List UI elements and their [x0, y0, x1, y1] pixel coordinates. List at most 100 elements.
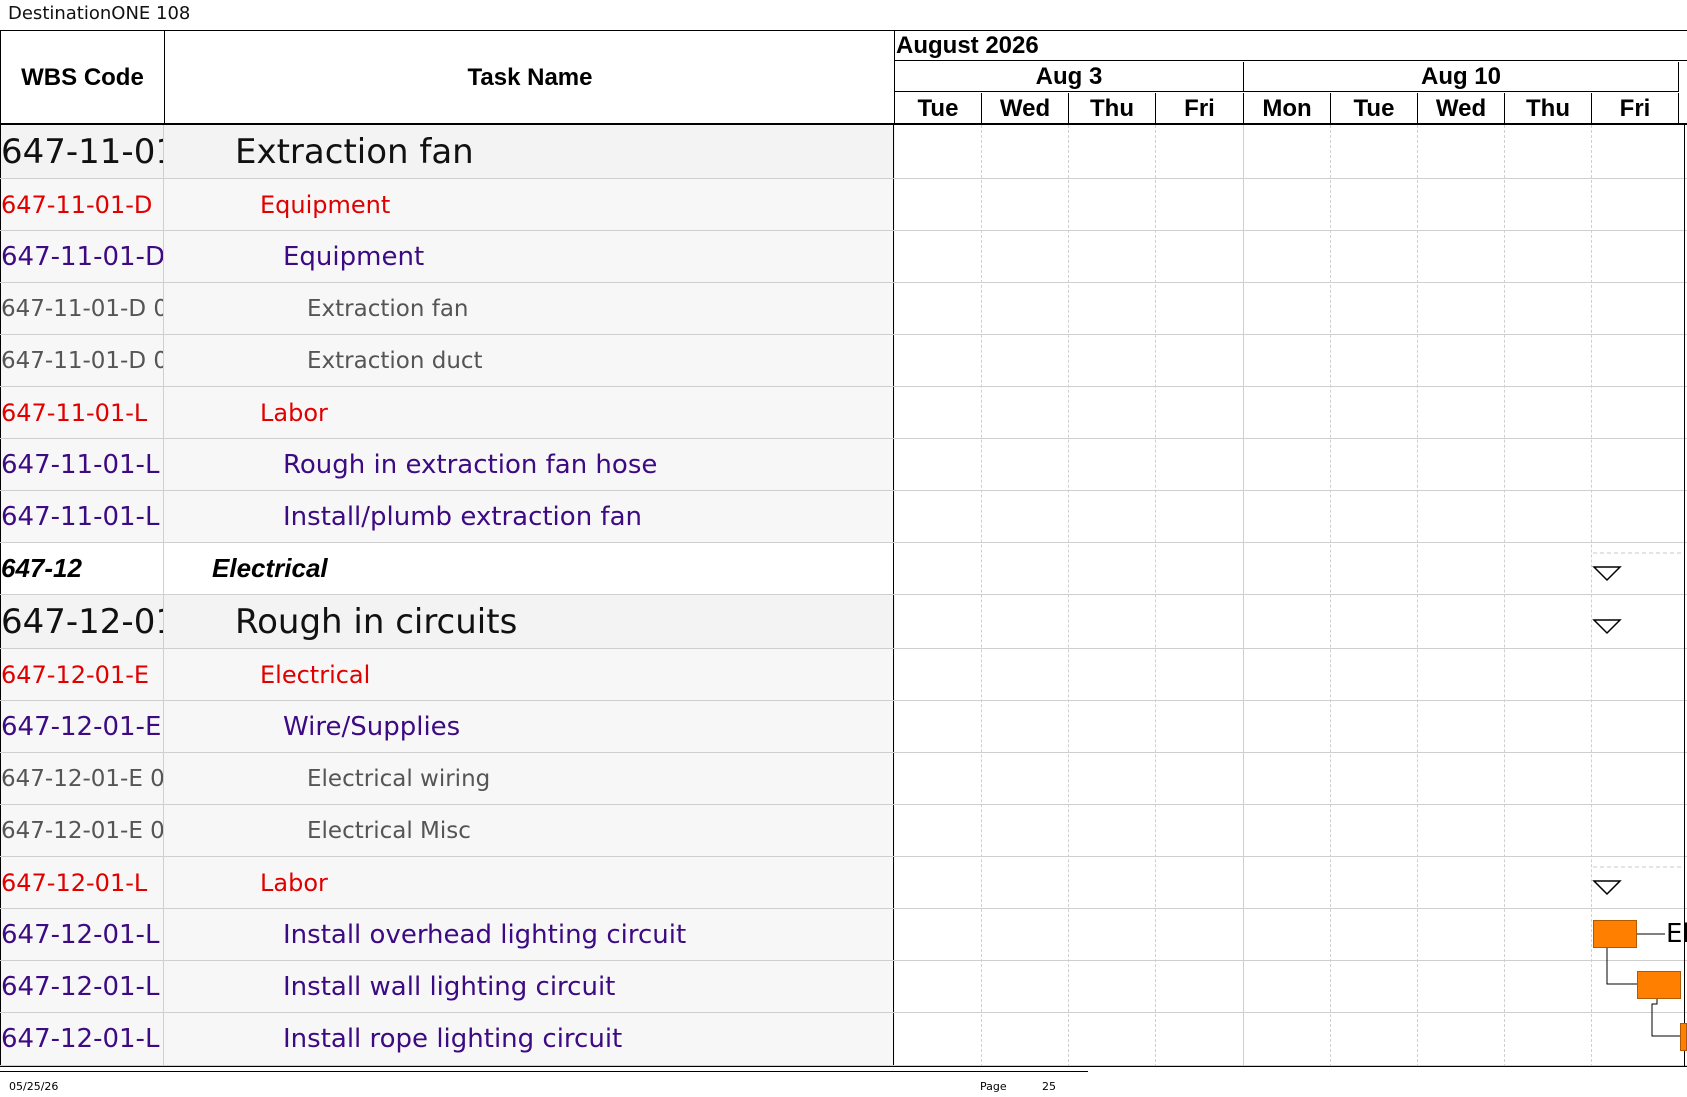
- task-name: Electrical Misc: [164, 805, 894, 856]
- task-name: Rough in circuits: [164, 595, 894, 648]
- timeline-day: Fri: [1592, 93, 1679, 124]
- day-gridline: [1504, 125, 1505, 1067]
- task-name: Install rope lighting circuit: [164, 1013, 894, 1065]
- task-name: Install wall lighting circuit: [164, 961, 894, 1012]
- wbs-code: 647-12-01-L 01: [0, 961, 164, 1012]
- gantt-row: [895, 125, 1687, 178]
- task-name: Rough in extraction fan hose: [164, 439, 894, 490]
- timeline-day: Thu: [1069, 93, 1156, 124]
- timeline-day: Tue: [895, 93, 982, 124]
- task-name: Electrical wiring: [164, 753, 894, 804]
- footer-date: 05/25/26: [9, 1080, 59, 1093]
- gantt-row: [895, 805, 1687, 856]
- table-row[interactable]: 647-12-01-L 01 Install overhead lighting…: [0, 909, 1687, 961]
- wbs-code: 647-11-01-L 01: [0, 439, 164, 490]
- table-row[interactable]: 647-12-01-E Electrical: [0, 649, 1687, 701]
- table-header: WBS Code Task Name: [0, 31, 894, 124]
- day-gridline: [1330, 125, 1331, 1067]
- table-row[interactable]: 647-12 Electrical: [0, 543, 1687, 595]
- timeline-week-2: Aug 10: [1244, 62, 1679, 92]
- task-bar-wall-lighting[interactable]: [1637, 971, 1681, 999]
- day-gridline: [1068, 125, 1069, 1067]
- grid-bottom-rule: [0, 1066, 1687, 1067]
- gantt-row: [895, 387, 1687, 438]
- footer-rule: [0, 1071, 1088, 1072]
- task-name: Install/plumb extraction fan: [164, 491, 894, 542]
- gantt-row: [895, 439, 1687, 490]
- table-row[interactable]: 647-12-01-L Labor: [0, 857, 1687, 909]
- gantt-row: [895, 753, 1687, 804]
- day-gridline: [1591, 125, 1592, 1067]
- task-name: Extraction fan: [164, 283, 894, 334]
- wbs-code: 647-11-01-D 01: [0, 231, 164, 282]
- timeline-week-1: Aug 3: [895, 62, 1244, 92]
- gantt-row: [895, 649, 1687, 700]
- gantt-row: [895, 543, 1687, 594]
- timeline-header: August 2026 Aug 3 Aug 10 Tue Wed Thu Fri…: [894, 31, 1687, 124]
- week-gridline: [1243, 125, 1244, 1067]
- day-gridline: [981, 125, 982, 1067]
- wbs-column-header[interactable]: WBS Code: [1, 31, 165, 124]
- wbs-code: 647-11-01: [0, 125, 164, 178]
- table-row[interactable]: 647-11-01-D 01 Equipment: [0, 231, 1687, 283]
- table-row[interactable]: 647-11-01-D 01 Extraction fan: [0, 283, 1687, 335]
- wbs-code: 647-11-01-L: [0, 387, 164, 438]
- task-name: Wire/Supplies: [164, 701, 894, 752]
- wbs-code: 647-12-01-E 01: [0, 753, 164, 804]
- gantt-row: [895, 909, 1687, 960]
- task-name: Labor: [164, 387, 894, 438]
- day-gridline: [1417, 125, 1418, 1067]
- task-name: Equipment: [164, 179, 894, 230]
- task-name: Extraction duct: [164, 335, 894, 386]
- task-name: Labor: [164, 857, 894, 908]
- timeline-day: Thu: [1505, 93, 1592, 124]
- bar-resource-label: El: [1666, 919, 1687, 949]
- gantt-row: [895, 491, 1687, 542]
- wbs-code: 647-12: [0, 543, 164, 594]
- table-row[interactable]: 647-11-01-L 01 Install/plumb extraction …: [0, 491, 1687, 543]
- table-row[interactable]: 647-12-01 Rough in circuits: [0, 595, 1687, 649]
- timeline-month: August 2026: [895, 31, 1687, 61]
- table-row[interactable]: 647-12-01-L 01 Install wall lighting cir…: [0, 961, 1687, 1013]
- task-name: Electrical: [164, 649, 894, 700]
- table-row[interactable]: 647-12-01-L 01 Install rope lighting cir…: [0, 1013, 1687, 1066]
- document-title: DestinationONE 108: [8, 3, 191, 24]
- gantt-row: [895, 1013, 1687, 1065]
- wbs-code: 647-12-01-L 01: [0, 1013, 164, 1065]
- gantt-row: [895, 179, 1687, 230]
- task-name: Extraction fan: [164, 125, 894, 178]
- task-name: Electrical: [164, 543, 894, 594]
- wbs-code: 647-11-01-L 01: [0, 491, 164, 542]
- wbs-code: 647-11-01-D 01: [0, 335, 164, 386]
- task-name: Install overhead lighting circuit: [164, 909, 894, 960]
- gantt-row: [895, 595, 1687, 648]
- wbs-code: 647-12-01-E 01: [0, 701, 164, 752]
- table-row[interactable]: 647-11-01-L Labor: [0, 387, 1687, 439]
- gantt-row: [895, 335, 1687, 386]
- wbs-code: 647-11-01-D: [0, 179, 164, 230]
- timeline-day: Fri: [1156, 93, 1244, 124]
- task-column-header[interactable]: Task Name: [165, 31, 895, 124]
- timeline-day: Mon: [1244, 93, 1331, 124]
- wbs-code: 647-11-01-D 01: [0, 283, 164, 334]
- table-row[interactable]: 647-11-01-D Equipment: [0, 179, 1687, 231]
- table-row[interactable]: 647-12-01-E 01 Electrical wiring: [0, 753, 1687, 805]
- wbs-code: 647-12-01-L 01: [0, 909, 164, 960]
- table-row[interactable]: 647-12-01-E 01 Wire/Supplies: [0, 701, 1687, 753]
- task-bar-rope-lighting[interactable]: [1680, 1023, 1687, 1051]
- footer-page-number: 25: [1042, 1080, 1056, 1093]
- wbs-code: 647-12-01-L: [0, 857, 164, 908]
- wbs-code: 647-12-01: [0, 595, 164, 648]
- table-row[interactable]: 647-12-01-E 01 Electrical Misc: [0, 805, 1687, 857]
- task-bar-overhead-lighting[interactable]: [1593, 920, 1637, 948]
- table-row[interactable]: 647-11-01-D 01 Extraction duct: [0, 335, 1687, 387]
- gantt-row: [895, 231, 1687, 282]
- wbs-code: 647-12-01-E 01: [0, 805, 164, 856]
- table-row[interactable]: 647-11-01-L 01 Rough in extraction fan h…: [0, 439, 1687, 491]
- timeline-day: Wed: [982, 93, 1069, 124]
- task-name: Equipment: [164, 231, 894, 282]
- timeline-day: Tue: [1331, 93, 1418, 124]
- table-row[interactable]: 647-11-01 Extraction fan: [0, 125, 1687, 179]
- day-gridline: [1155, 125, 1156, 1067]
- gantt-row: [895, 701, 1687, 752]
